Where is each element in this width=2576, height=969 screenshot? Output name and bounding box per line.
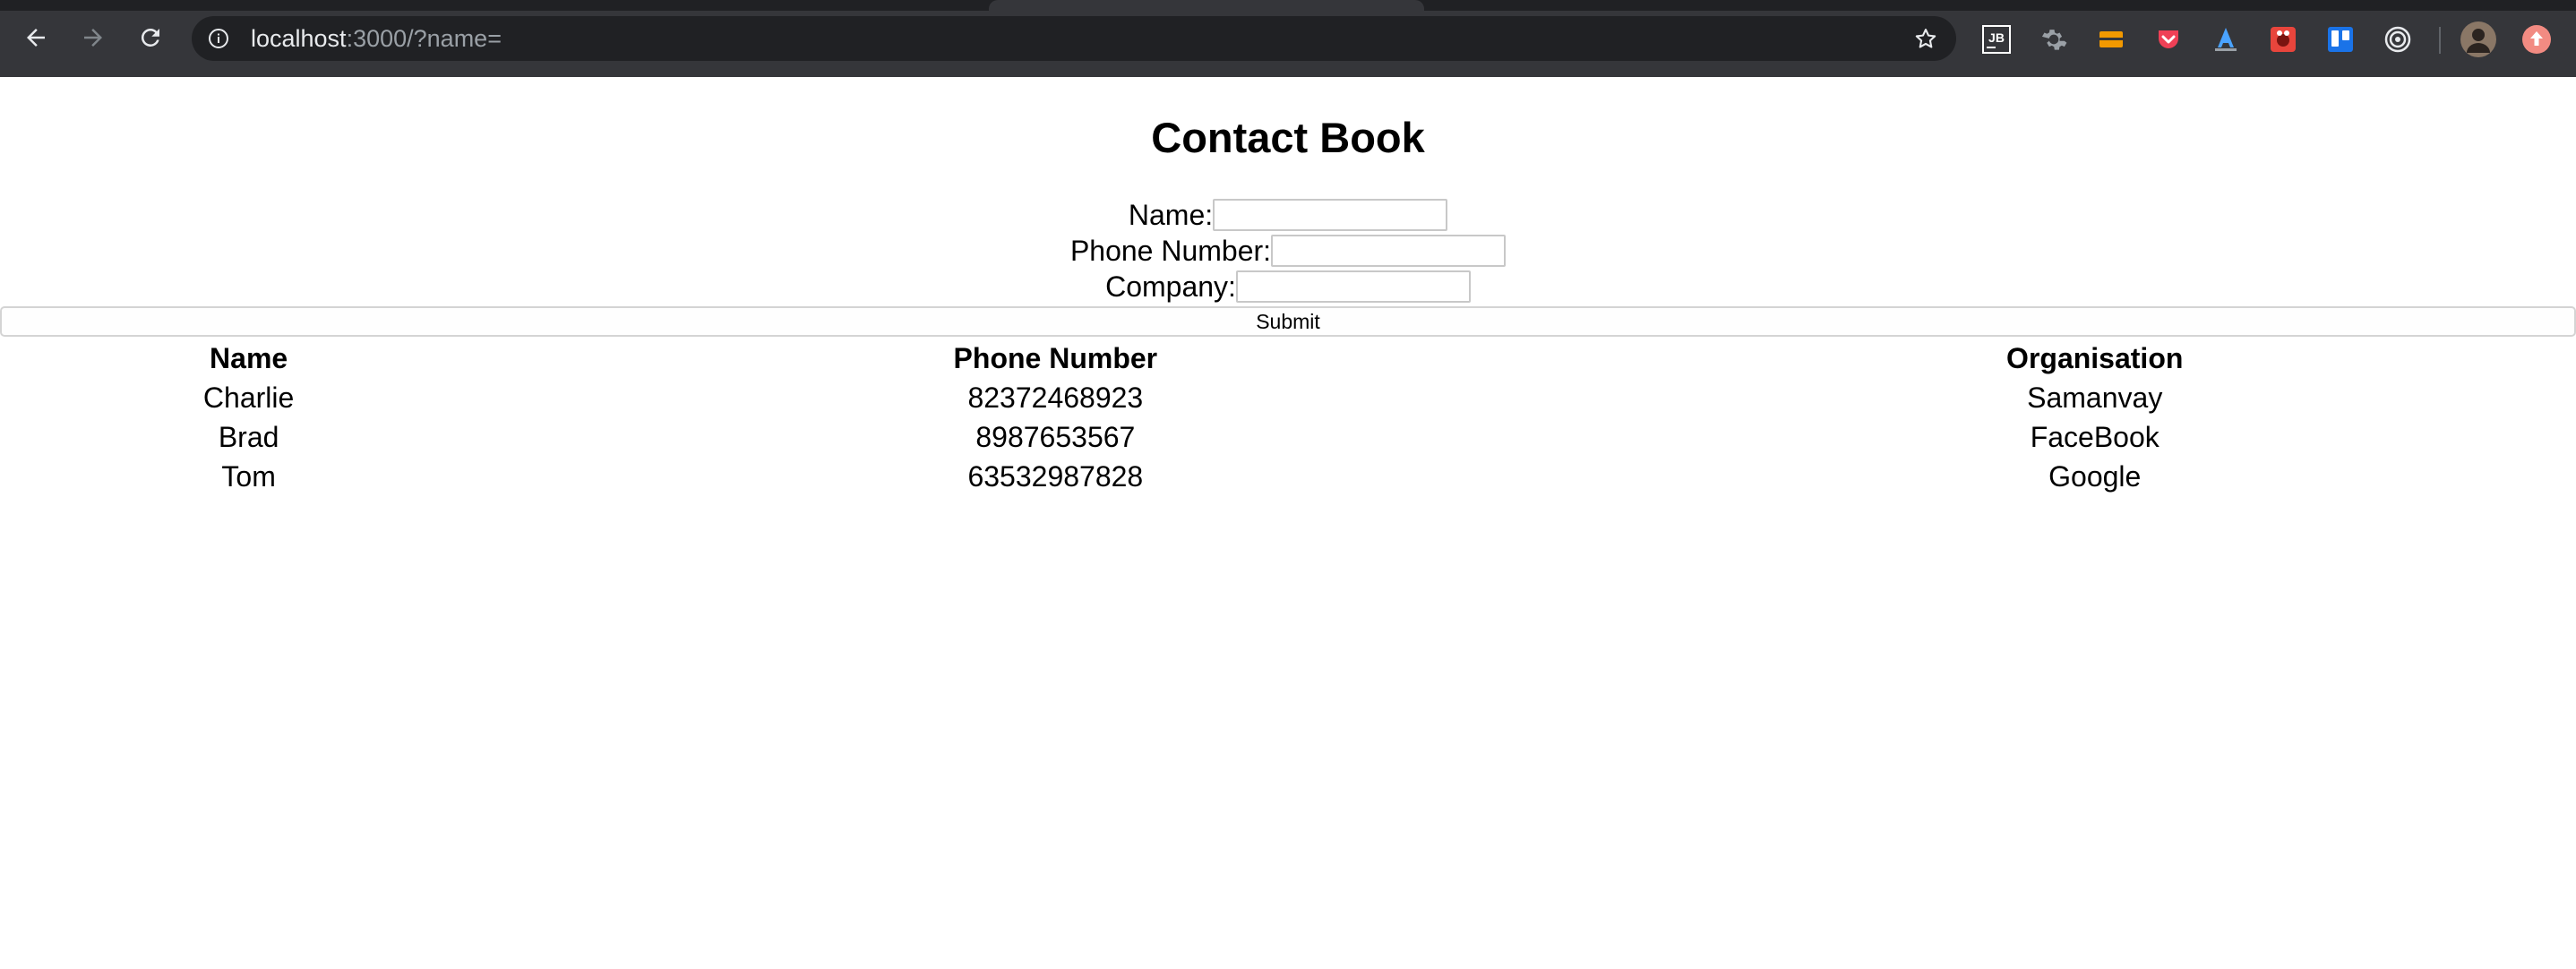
table-row: Tom 63532987828 Google — [4, 459, 2572, 494]
address-bar[interactable]: localhost:3000/?name= — [192, 16, 1956, 61]
bookmark-star-icon[interactable] — [1913, 26, 1938, 51]
orange-extension[interactable] — [2097, 25, 2125, 54]
phone-row: Phone Number: — [0, 233, 2576, 269]
company-label: Company: — [1105, 270, 1236, 303]
header-organisation: Organisation — [2006, 342, 2184, 374]
page-content: Contact Book Name: Phone Number: Company… — [0, 77, 2576, 969]
trello-icon — [2328, 27, 2353, 52]
phone-number-label: Phone Number: — [1069, 235, 1272, 267]
back-arrow-icon — [27, 29, 45, 47]
forward-button[interactable] — [75, 20, 111, 56]
browser-toolbar: localhost:3000/?name= JB — [0, 0, 2576, 77]
submit-button[interactable]: Submit — [0, 306, 2576, 337]
forward-arrow-icon — [84, 29, 102, 47]
cell-name: Tom — [221, 460, 276, 493]
profile-avatar — [2460, 21, 2496, 57]
target-extension[interactable] — [2383, 25, 2412, 54]
jetbrains-logo-text: JB — [1988, 30, 2005, 45]
info-icon[interactable] — [208, 28, 229, 49]
cell-name: Brad — [218, 421, 279, 453]
toolbar-separator — [2439, 27, 2441, 54]
gear-extension-icon — [2041, 30, 2067, 50]
url-path: :3000/?name= — [346, 25, 502, 52]
phone-number-input[interactable] — [1271, 235, 1507, 267]
red-bug-extension-icon — [2271, 27, 2296, 52]
pocket-extension[interactable] — [2154, 25, 2183, 54]
target-extension-icon — [2384, 26, 2411, 53]
pocket-icon — [2159, 30, 2178, 48]
cell-phone: 82372468923 — [967, 382, 1144, 414]
table-header-row: Name Phone Number Organisation — [4, 340, 2572, 376]
active-tab[interactable] — [989, 0, 1424, 11]
cell-organisation: Samanvay — [2027, 382, 2163, 414]
page-title: Contact Book — [1151, 114, 1425, 161]
gear-extension[interactable] — [2039, 25, 2068, 54]
header-name: Name — [210, 342, 288, 374]
blue-a-extension-icon — [2215, 28, 2237, 51]
cell-organisation: Google — [2048, 460, 2142, 493]
cell-name: Charlie — [202, 382, 295, 414]
url-host: localhost — [251, 25, 347, 52]
cell-organisation: FaceBook — [2030, 421, 2160, 453]
company-input[interactable] — [1235, 270, 1471, 303]
reload-icon — [141, 28, 159, 47]
blue-a-extension[interactable] — [2211, 25, 2240, 54]
table-row: Brad 8987653567 FaceBook — [4, 419, 2572, 455]
reload-button[interactable] — [133, 20, 168, 56]
jetbrains-extension[interactable]: JB — [1982, 25, 2011, 54]
header-phone-number: Phone Number — [953, 342, 1158, 374]
name-row: Name: — [0, 197, 2576, 233]
red-bug-extension[interactable] — [2269, 25, 2297, 54]
jetbrains-icon: JB — [1982, 25, 2011, 54]
orange-extension-icon — [2099, 31, 2123, 47]
update-icon — [2522, 25, 2551, 54]
table-row: Charlie 82372468923 Samanvay — [4, 380, 2572, 416]
address-url[interactable]: localhost:3000/?name= — [251, 26, 502, 51]
contacts-table: Name Phone Number Organisation Charlie 8… — [0, 337, 2576, 498]
tab-strip — [0, 0, 2576, 11]
name-label: Name: — [1128, 199, 1214, 231]
back-button[interactable] — [18, 20, 54, 56]
company-row: Company: — [0, 269, 2576, 304]
profile-button[interactable] — [2460, 21, 2496, 57]
cell-phone: 8987653567 — [975, 421, 1136, 453]
update-button[interactable] — [2520, 23, 2553, 56]
name-input[interactable] — [1213, 199, 1448, 231]
cell-phone: 63532987828 — [967, 460, 1144, 493]
trello-extension[interactable] — [2326, 25, 2355, 54]
